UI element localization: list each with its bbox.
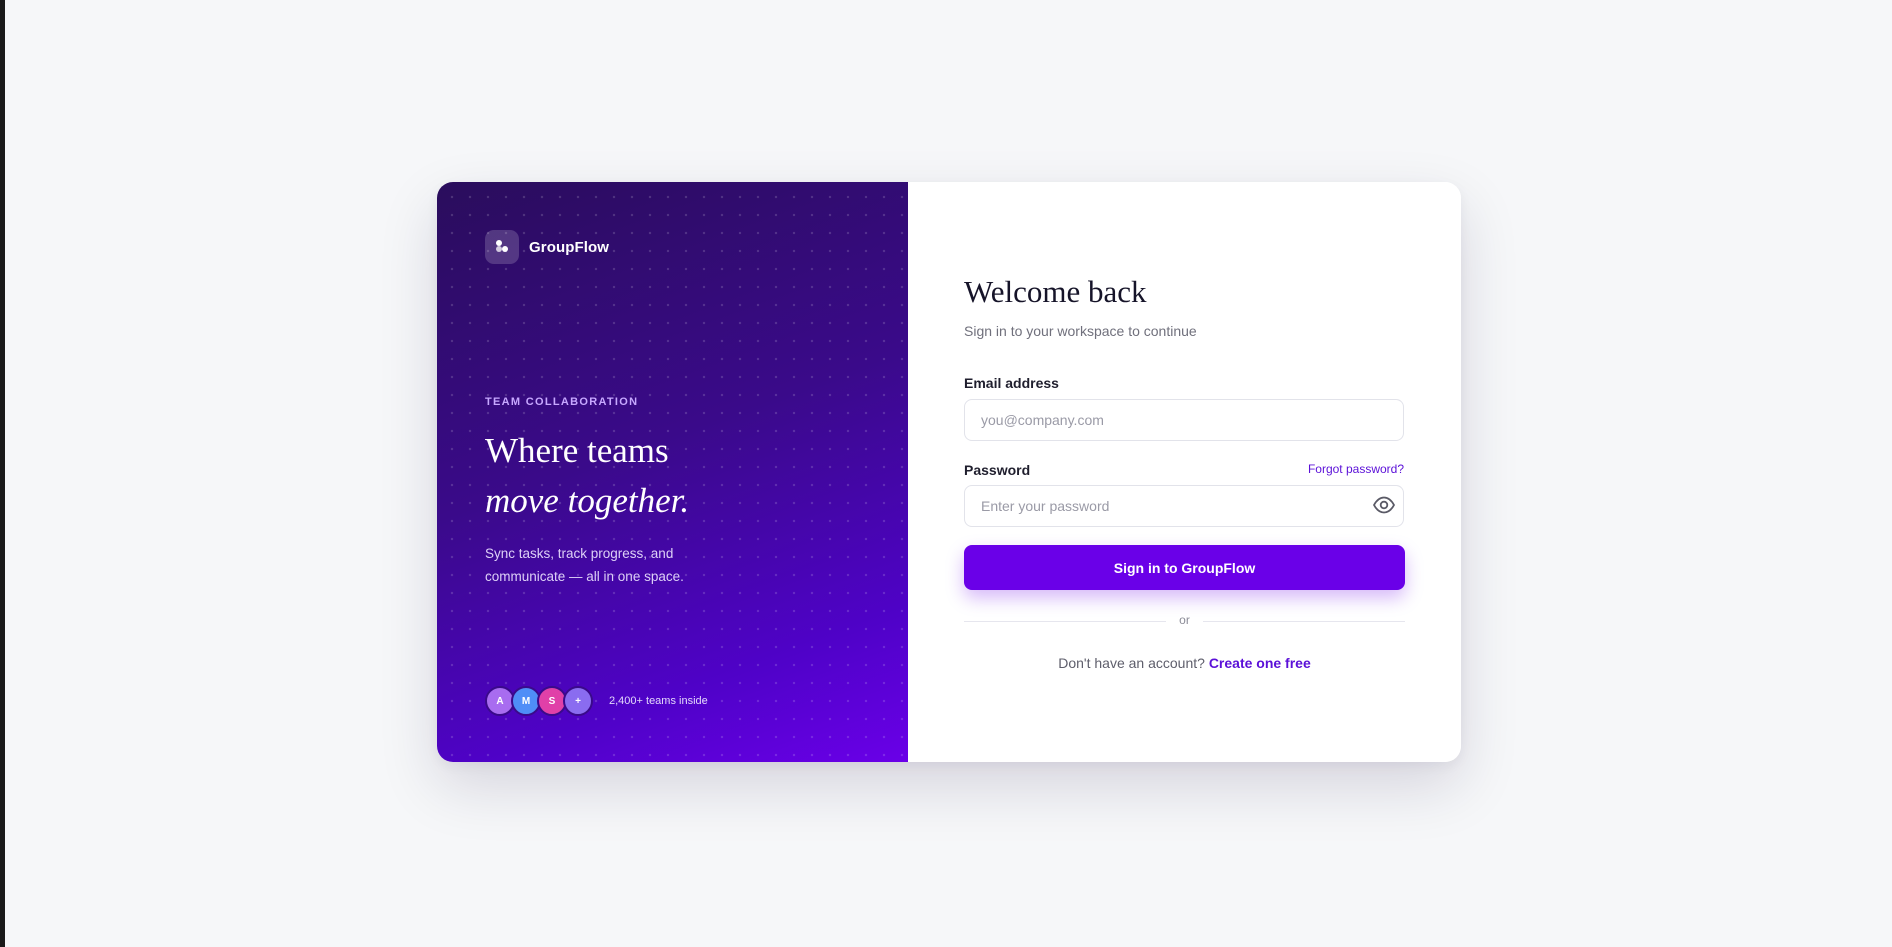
- forgot-password-link[interactable]: Forgot password?: [1308, 462, 1404, 476]
- eyebrow-label: TEAM COLLABORATION: [485, 396, 639, 408]
- avatar-more: +: [563, 686, 593, 716]
- email-field[interactable]: [964, 399, 1404, 441]
- teams-count: 2,400+ teams inside: [609, 695, 708, 707]
- password-field[interactable]: [964, 485, 1404, 527]
- signup-prompt: Don't have an account? Create one free: [964, 655, 1405, 671]
- email-label: Email address: [964, 375, 1059, 391]
- password-label: Password: [964, 462, 1031, 478]
- headline-line-2: move together.: [485, 481, 690, 520]
- page-subtitle: Sign in to your workspace to continue: [964, 323, 1197, 339]
- brand: GroupFlow: [485, 230, 609, 264]
- or-divider: or: [964, 613, 1405, 629]
- brand-name: GroupFlow: [529, 238, 610, 256]
- create-account-link[interactable]: Create one free: [1209, 655, 1311, 671]
- promo-panel: GroupFlow TEAM COLLABORATION Where teams…: [437, 182, 908, 762]
- signin-form-panel: Welcome back Sign in to your workspace t…: [908, 182, 1461, 762]
- groupflow-logo-icon: [485, 230, 519, 264]
- divider-text: or: [1179, 613, 1190, 627]
- login-card: GroupFlow TEAM COLLABORATION Where teams…: [437, 182, 1461, 762]
- social-proof: A M S + 2,400+ teams inside: [485, 686, 708, 716]
- headline-line-1: Where teams: [485, 431, 669, 470]
- hero-headline: Where teams move together.: [485, 426, 689, 526]
- window-edge: [0, 0, 5, 947]
- signup-prompt-text: Don't have an account?: [1058, 655, 1209, 671]
- sign-in-button[interactable]: Sign in to GroupFlow: [964, 545, 1405, 590]
- page-title: Welcome back: [964, 274, 1147, 309]
- eye-icon[interactable]: [1372, 495, 1396, 515]
- hero-description: Sync tasks, track progress, and communic…: [485, 546, 684, 584]
